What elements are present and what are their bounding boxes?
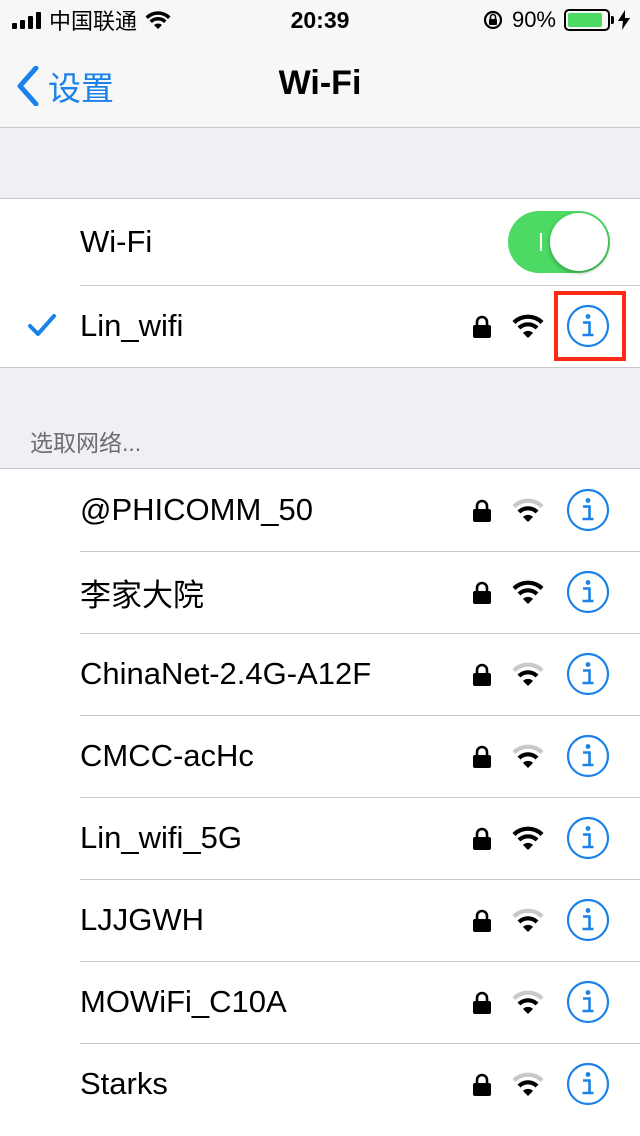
battery-percent: 90%: [511, 7, 556, 32]
network-name: MOWiFi_C10A: [80, 984, 287, 1019]
network-row[interactable]: 李家大院: [0, 551, 640, 633]
info-icon[interactable]: [566, 816, 610, 860]
wifi-toggle-label: Wi-Fi: [80, 224, 153, 259]
wifi-signal-icon: [512, 990, 544, 1014]
wifi-signal-icon: [512, 908, 544, 932]
network-row[interactable]: ChinaNet-2.4G-A12F: [0, 633, 640, 715]
lock-icon: [473, 991, 491, 1014]
network-name: @PHICOMM_50: [80, 492, 314, 527]
connected-network-name: Lin_wifi: [80, 308, 184, 343]
info-icon[interactable]: [566, 1062, 610, 1106]
lock-icon: [473, 499, 491, 522]
rotation-lock-icon: [483, 10, 503, 30]
toggle-knob: [550, 213, 608, 271]
network-name: ChinaNet-2.4G-A12F: [80, 656, 372, 691]
info-icon[interactable]: [566, 570, 610, 614]
network-row[interactable]: Starks: [0, 1043, 640, 1125]
choose-network-header: 选取网络...: [30, 430, 142, 456]
network-row[interactable]: Lin_wifi_5G: [0, 797, 640, 879]
network-row[interactable]: @PHICOMM_50: [0, 469, 640, 551]
info-icon[interactable]: [566, 734, 610, 778]
lock-icon: [473, 315, 491, 338]
page-title: Wi-Fi: [278, 64, 362, 102]
wifi-signal-icon: [512, 744, 544, 768]
checkmark-icon: [28, 314, 56, 336]
wifi-signal-icon: [512, 580, 544, 604]
wifi-signal-icon: [512, 1072, 544, 1096]
info-icon[interactable]: [566, 980, 610, 1024]
lock-icon: [473, 827, 491, 850]
info-icon[interactable]: [566, 652, 610, 696]
network-name: CMCC-acHc: [80, 738, 254, 773]
wifi-signal-icon: [512, 314, 544, 338]
network-name: Lin_wifi_5G: [80, 820, 242, 855]
network-row[interactable]: MOWiFi_C10A: [0, 961, 640, 1043]
connected-network-row[interactable]: Lin_wifi: [0, 285, 640, 367]
status-bar: 中国联通 20:39 90%: [0, 0, 640, 40]
charging-bolt-icon: [618, 10, 630, 30]
network-name: Starks: [80, 1066, 168, 1101]
network-list: @PHICOMM_50 李家大院 ChinaNet-2.4G-A12F CMCC-ac…: [0, 468, 640, 1136]
info-icon[interactable]: [566, 898, 610, 942]
network-row[interactable]: CMCC-acHc: [0, 715, 640, 797]
network-row[interactable]: LJJGWH: [0, 879, 640, 961]
lock-icon: [473, 581, 491, 604]
navigation-bar: 设置 Wi-Fi: [0, 40, 640, 128]
wifi-signal-icon: [512, 498, 544, 522]
wifi-toggle-row: Wi-Fi: [0, 199, 640, 285]
status-right: 90%: [482, 6, 630, 34]
lock-icon: [473, 909, 491, 932]
battery-icon: [564, 9, 614, 31]
wifi-toggle-switch[interactable]: [508, 211, 610, 273]
info-icon[interactable]: [566, 488, 610, 532]
network-name: 李家大院: [80, 577, 204, 613]
lock-icon: [473, 1073, 491, 1096]
wifi-settings-group: Wi-Fi Lin_wifi: [0, 198, 640, 368]
network-name: LJJGWH: [80, 902, 204, 937]
wifi-signal-icon: [512, 662, 544, 686]
lock-icon: [473, 663, 491, 686]
info-button-highlight: [554, 291, 626, 361]
wifi-signal-icon: [512, 826, 544, 850]
lock-icon: [473, 745, 491, 768]
